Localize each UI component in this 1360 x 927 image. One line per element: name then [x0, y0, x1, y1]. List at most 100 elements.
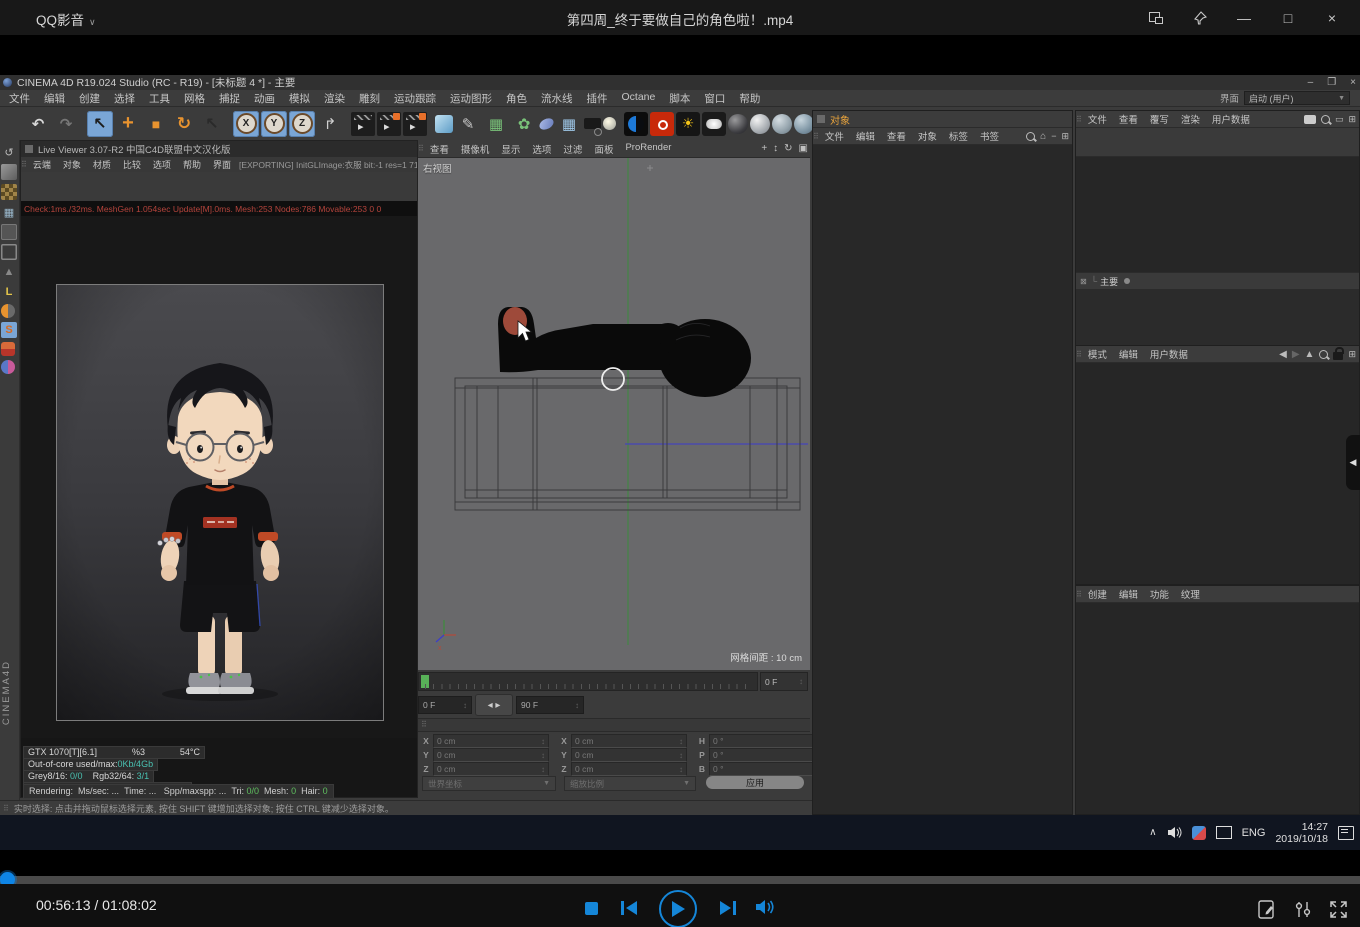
- network-icon[interactable]: [1216, 826, 1232, 839]
- take-manager-menu-1[interactable]: 查看: [1113, 112, 1144, 126]
- simulate-icon[interactable]: [538, 116, 556, 132]
- c4d-menu-19[interactable]: 帮助: [732, 91, 767, 106]
- take-manager-menu-0[interactable]: 文件: [1082, 112, 1113, 126]
- size-y-field[interactable]: 0 cm↕: [571, 748, 687, 762]
- history-back-icon[interactable]: ◀: [1279, 349, 1287, 360]
- search-icon[interactable]: [1026, 132, 1035, 141]
- volume-button[interactable]: [755, 898, 775, 916]
- pin-button[interactable]: [1178, 0, 1222, 35]
- live-viewer-menu-2[interactable]: 材质: [87, 158, 117, 171]
- solo-mode-icon[interactable]: S: [1, 322, 17, 338]
- axis-mode-icon[interactable]: L: [1, 284, 17, 300]
- parent-object-icon[interactable]: ▲: [1305, 349, 1315, 360]
- c4d-close-icon[interactable]: ×: [1350, 77, 1356, 88]
- snap-icon[interactable]: [1, 342, 15, 356]
- octane-daylight-icon[interactable]: ☀: [676, 112, 700, 136]
- c4d-menu-12[interactable]: 运动图形: [443, 91, 499, 106]
- octane-ball-icon[interactable]: [624, 112, 648, 136]
- close-button[interactable]: ×: [1310, 0, 1354, 35]
- c4d-menu-13[interactable]: 角色: [499, 91, 534, 106]
- camera-icon[interactable]: [584, 118, 601, 129]
- c4d-menu-15[interactable]: 插件: [580, 91, 615, 106]
- c4d-menu-14[interactable]: 流水线: [534, 91, 580, 106]
- end-frame-field[interactable]: 90 F↕: [516, 696, 584, 714]
- material-manager-menu-2[interactable]: 功能: [1144, 587, 1175, 601]
- object-manager-menu-0[interactable]: 文件: [819, 129, 850, 143]
- attribute-manager-menu-2[interactable]: 用户数据: [1144, 347, 1194, 361]
- interface-dropdown[interactable]: 启动 (用户)▼: [1244, 91, 1350, 105]
- c4d-min-icon[interactable]: –: [1308, 77, 1314, 88]
- c4d-menu-11[interactable]: 运动跟踪: [387, 91, 443, 106]
- next-button[interactable]: [718, 898, 738, 918]
- viewport-canvas[interactable]: x 网格间距 : 10 cm 右视图: [418, 158, 810, 670]
- points-mode-icon[interactable]: [1, 224, 17, 240]
- render-view-icon[interactable]: [351, 112, 375, 136]
- octane-material3-icon[interactable]: [794, 114, 814, 134]
- minimize-button[interactable]: —: [1222, 0, 1266, 35]
- last-tool-icon[interactable]: ↖: [199, 111, 225, 137]
- main-take-row[interactable]: ⊠ └ 主要: [1076, 272, 1359, 290]
- action-center-icon[interactable]: [1338, 826, 1354, 840]
- collapsed-panel-tab[interactable]: ◀: [1346, 435, 1360, 490]
- live-viewer-menu-0[interactable]: 云端: [27, 158, 57, 171]
- object-manager-tab[interactable]: 对象: [813, 111, 1072, 128]
- camera-eye-icon[interactable]: [1304, 115, 1316, 124]
- material-manager-menu-3[interactable]: 纹理: [1175, 587, 1206, 601]
- c4d-menu-6[interactable]: 捕捉: [212, 91, 247, 106]
- material-manager-menu-1[interactable]: 编辑: [1113, 587, 1144, 601]
- live-viewer-menu-3[interactable]: 比较: [117, 158, 147, 171]
- c4d-menu-8[interactable]: 模拟: [282, 91, 317, 106]
- viewport-menu-1[interactable]: 摄像机: [455, 142, 496, 156]
- viewport-pan-icon[interactable]: +: [761, 143, 767, 154]
- c4d-menu-18[interactable]: 窗口: [697, 91, 732, 106]
- start-frame-field[interactable]: 0 F↕: [418, 696, 472, 714]
- panel-divider[interactable]: ⠿: [418, 718, 810, 732]
- panel-icon[interactable]: ⊞: [1348, 349, 1356, 360]
- move-icon[interactable]: +: [115, 111, 141, 137]
- size-x-field[interactable]: 0 cm↕: [571, 734, 687, 748]
- tray-app-icon[interactable]: [1192, 826, 1206, 840]
- octane-env-sphere-icon[interactable]: [728, 114, 748, 134]
- tray-expand-icon[interactable]: ∧: [1149, 827, 1156, 838]
- c4d-menu-2[interactable]: 创建: [72, 91, 107, 106]
- viewport-maximize-icon[interactable]: ▣: [799, 143, 808, 154]
- c4d-menu-3[interactable]: 选择: [107, 91, 142, 106]
- octane-camera-icon[interactable]: [650, 112, 674, 136]
- pos-y-field[interactable]: 0 cm↕: [433, 748, 549, 762]
- pen-spline-icon[interactable]: ✎: [455, 111, 481, 137]
- size-z-field[interactable]: 0 cm↕: [571, 762, 687, 776]
- coord-system-icon[interactable]: ↱: [317, 111, 343, 137]
- polygons-mode-icon[interactable]: ▲: [1, 264, 17, 280]
- live-selection-icon[interactable]: ↖: [87, 111, 113, 137]
- frame-step-buttons[interactable]: ◂ ▸: [475, 694, 513, 716]
- live-viewer-menu-4[interactable]: 选项: [147, 158, 177, 171]
- panel2-icon[interactable]: ⊞: [1348, 114, 1356, 125]
- floor-icon[interactable]: ▦: [556, 111, 582, 137]
- redo-icon[interactable]: ↷: [53, 111, 79, 137]
- live-viewer-menu-6[interactable]: 界面: [207, 158, 237, 171]
- c4d-menu-4[interactable]: 工具: [142, 91, 177, 106]
- history-forward-icon[interactable]: ▶: [1292, 349, 1300, 360]
- c4d-restore-icon[interactable]: ❐: [1327, 77, 1336, 88]
- rot-h-field[interactable]: 0 °↕: [709, 734, 825, 748]
- rot-b-field[interactable]: 0 °↕: [709, 762, 825, 776]
- home-icon[interactable]: ⌂: [1040, 131, 1046, 142]
- workplane-icon[interactable]: ▦: [1, 204, 17, 220]
- light-icon[interactable]: [603, 117, 616, 130]
- take-manager-menu-4[interactable]: 用户数据: [1206, 112, 1256, 126]
- c4d-menu-9[interactable]: 渲染: [317, 91, 352, 106]
- maximize-button[interactable]: □: [1266, 0, 1310, 35]
- octane-arealight-icon[interactable]: [702, 112, 726, 136]
- object-manager-menu-4[interactable]: 标签: [943, 129, 974, 143]
- object-manager-menu-5[interactable]: 书签: [974, 129, 1005, 143]
- live-viewer-menu-1[interactable]: 对象: [57, 158, 87, 171]
- play-button[interactable]: [659, 890, 697, 927]
- mograph-icon[interactable]: ✿: [511, 111, 537, 137]
- search-icon[interactable]: [1321, 115, 1330, 124]
- render-picture-viewer-icon[interactable]: [377, 112, 401, 136]
- fullscreen-button[interactable]: [1329, 900, 1348, 919]
- c4d-menu-7[interactable]: 动画: [247, 91, 282, 106]
- snapshot-button[interactable]: [1258, 900, 1277, 919]
- texture-mode-icon[interactable]: [1, 184, 17, 200]
- timeline-ruler[interactable]: [418, 672, 758, 691]
